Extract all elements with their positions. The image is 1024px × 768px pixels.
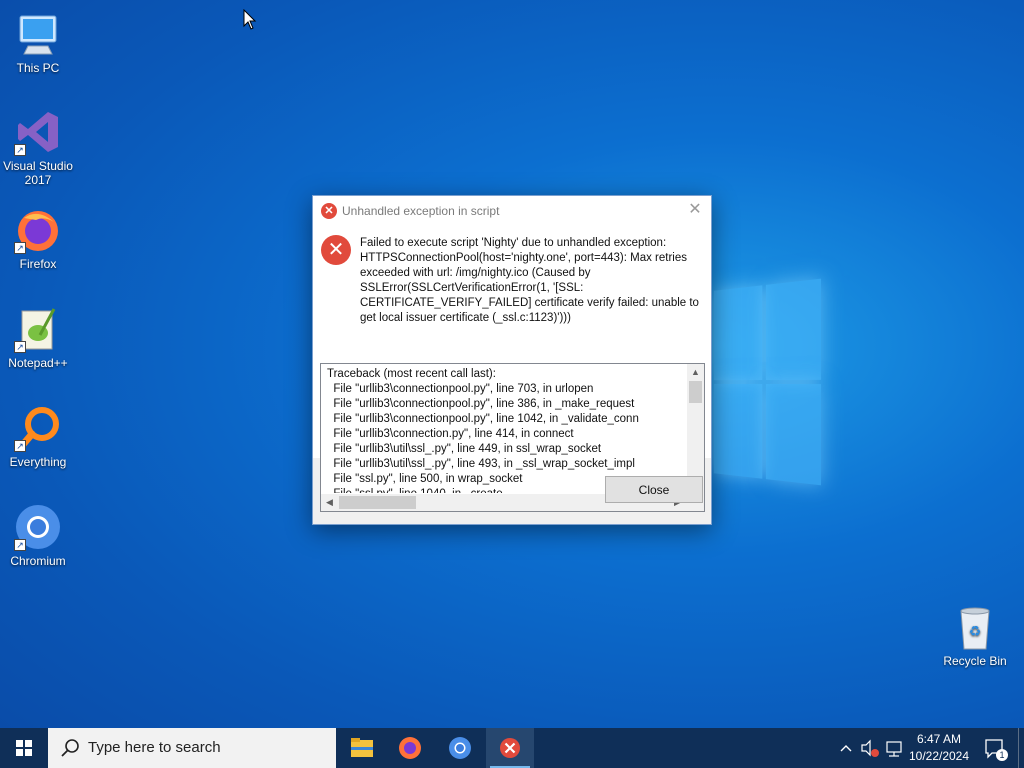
error-message: Failed to execute script 'Nighty' due to… [360, 236, 705, 326]
message-line: exceeded with url: /img/nighty.ico (Caus… [360, 267, 591, 279]
desktop-icon-label: Firefox [19, 257, 57, 271]
shortcut-arrow-icon: ↗ [14, 242, 26, 254]
svg-text:♻: ♻ [969, 624, 982, 640]
volume-tray-button[interactable] [858, 728, 882, 768]
firefox-icon [399, 737, 421, 759]
desktop-icon-visual-studio[interactable]: ↗ Visual Studio 2017 [0, 108, 76, 187]
desktop-icon-everything[interactable]: ↗ Everything [0, 404, 76, 469]
firefox-icon: ↗ [14, 206, 62, 254]
taskbar: Type here to search 6:47 AM 10/22/2024 1 [0, 728, 1024, 768]
taskbar-clock[interactable]: 6:47 AM 10/22/2024 [900, 731, 978, 765]
show-hidden-icons-button[interactable] [836, 728, 856, 768]
dialog-body: ✕ Failed to execute script 'Nighty' due … [313, 226, 711, 512]
message-line: HTTPSConnectionPool(host='nighty.one', p… [360, 252, 687, 264]
shortcut-arrow-icon: ↗ [14, 341, 26, 353]
taskbar-error-app[interactable] [486, 728, 534, 768]
clock-date: 10/22/2024 [908, 749, 970, 763]
search-icon [61, 739, 79, 757]
dialog-titlebar[interactable]: ✕ Unhandled exception in script ✕ [313, 196, 711, 226]
message-line: Failed to execute script 'Nighty' due to… [360, 237, 667, 249]
shortcut-arrow-icon: ↗ [14, 440, 26, 452]
dialog-footer: Close [313, 458, 711, 524]
chromium-icon: ↗ [14, 503, 62, 551]
chevron-up-icon [840, 745, 852, 752]
chromium-icon [449, 737, 471, 759]
desktop-icon-chromium[interactable]: ↗ Chromium [0, 503, 76, 568]
desktop-icon-label: Everything [9, 455, 67, 469]
visual-studio-icon: ↗ [14, 108, 62, 156]
shortcut-arrow-icon: ↗ [14, 144, 26, 156]
desktop-icon-label: Recycle Bin [943, 654, 1007, 668]
scroll-up-icon[interactable]: ▲ [687, 364, 704, 380]
dialog-title: Unhandled exception in script [342, 204, 500, 218]
shortcut-arrow-icon: ↗ [14, 539, 26, 551]
desktop-icon-firefox[interactable]: ↗ Firefox [0, 206, 76, 271]
notification-icon [985, 739, 1003, 759]
message-line: CERTIFICATE_VERIFY_FAILED] certificate v… [360, 297, 699, 309]
error-dialog: ✕ Unhandled exception in script ✕ ✕ Fail… [312, 195, 712, 525]
message-line: get local issuer certificate (_ssl.c:112… [360, 312, 571, 324]
taskbar-firefox[interactable] [386, 728, 434, 768]
this-pc-icon [14, 10, 62, 58]
close-button[interactable]: Close [605, 476, 703, 503]
file-explorer-icon [351, 738, 373, 757]
error-small-icon: ✕ [321, 203, 337, 219]
recycle-bin-icon: ♻ [951, 603, 999, 651]
notepadpp-icon: ↗ [14, 305, 62, 353]
desktop-icon-label: Visual Studio 2017 [3, 159, 73, 187]
windows-wallpaper-logo [713, 278, 823, 486]
windows-start-icon [16, 740, 32, 756]
taskbar-search-box[interactable]: Type here to search [48, 728, 336, 768]
message-line: SSLError(SSLCertVerificationError(1, '[S… [360, 282, 584, 294]
desktop-icon-label: Chromium [10, 554, 66, 568]
error-app-icon [500, 738, 520, 758]
clock-time: 6:47 AM [916, 732, 962, 746]
volume-muted-icon [861, 739, 879, 757]
taskbar-file-explorer[interactable] [338, 728, 386, 768]
desktop-icon-label: This PC [16, 61, 60, 75]
action-center-button[interactable]: 1 [980, 728, 1008, 768]
vertical-scroll-thumb[interactable] [689, 381, 702, 403]
start-button[interactable] [0, 728, 48, 768]
notification-badge: 1 [996, 749, 1008, 761]
desktop-icon-this-pc[interactable]: This PC [0, 10, 76, 75]
search-placeholder: Type here to search [88, 739, 221, 756]
error-icon: ✕ [321, 235, 351, 265]
desktop-icon-recycle-bin[interactable]: ♻ Recycle Bin [937, 603, 1013, 668]
dialog-close-icon[interactable]: ✕ [687, 201, 703, 219]
taskbar-chromium[interactable] [436, 728, 484, 768]
desktop-icon-notepadpp[interactable]: ↗ Notepad++ [0, 305, 76, 370]
show-desktop-button[interactable] [1018, 728, 1024, 768]
everything-icon: ↗ [14, 404, 62, 452]
desktop-icon-label: Notepad++ [8, 356, 68, 370]
